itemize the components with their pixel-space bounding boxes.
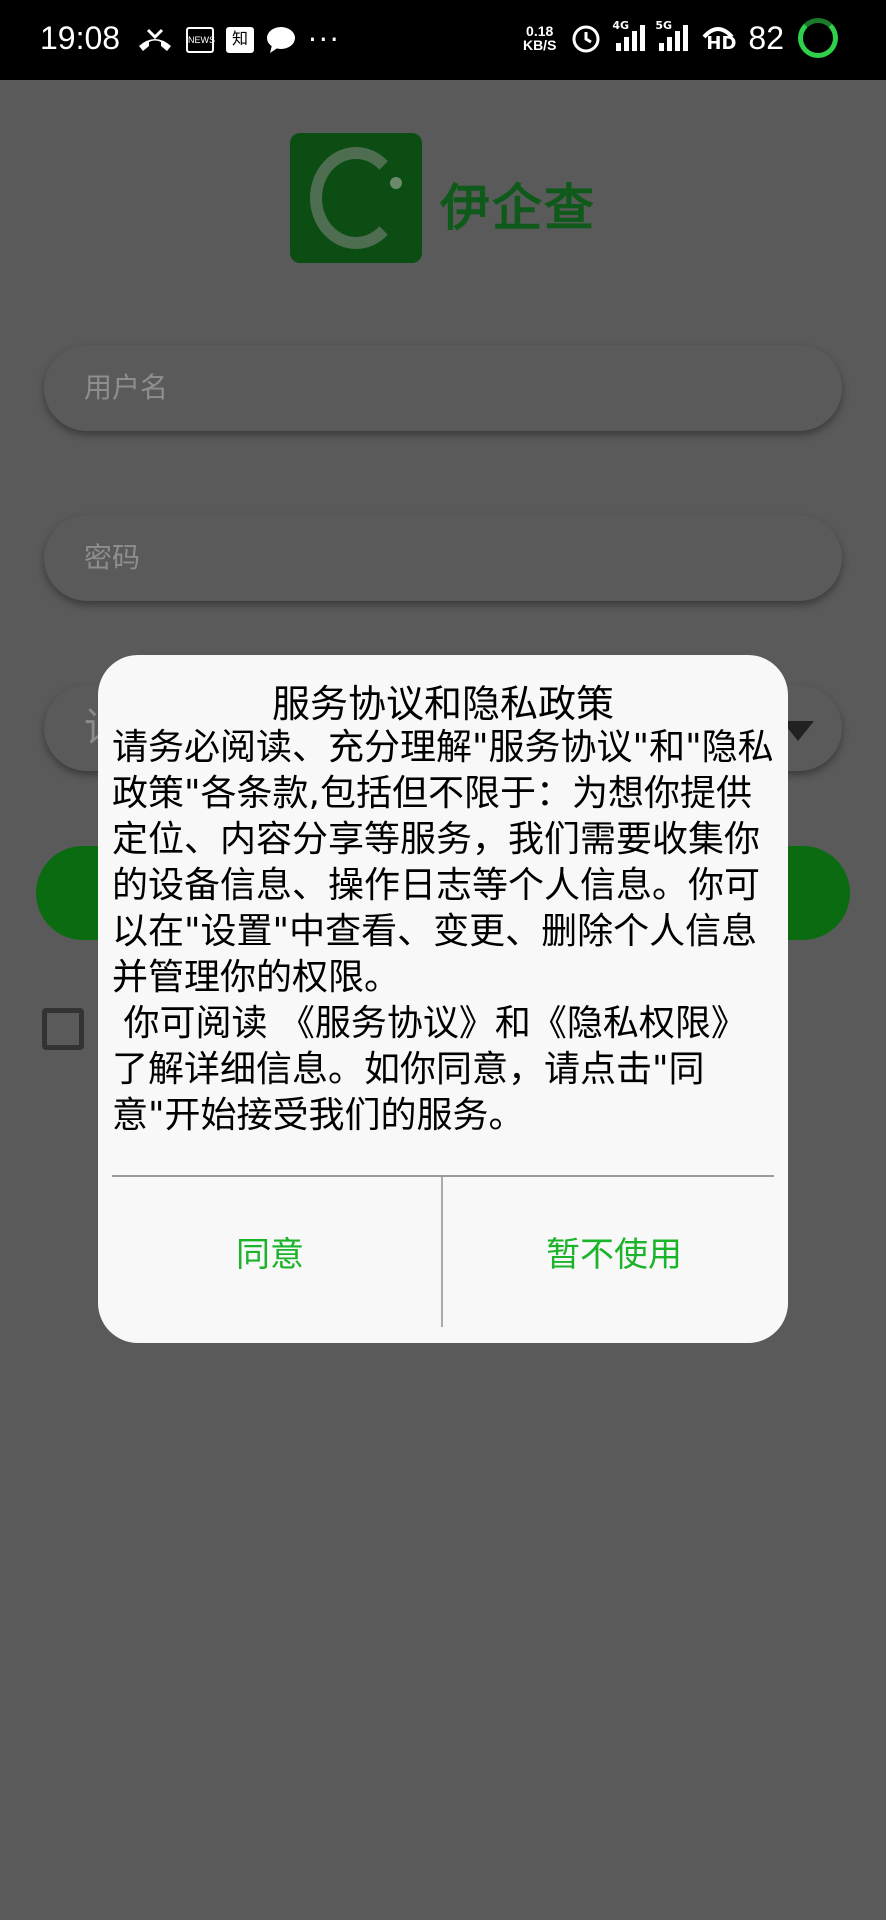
dialog-paragraph-1: 请务必阅读、充分理解"服务协议"和"隐私政策"各条款,包括但不限于：为想你提供定… [112, 727, 774, 998]
dialog-message-scroll[interactable]: 请务必阅读、充分理解"服务协议"和"隐私政策"各条款,包括但不限于：为想你提供定… [112, 725, 782, 1169]
password-input[interactable]: 密码 [44, 515, 842, 601]
agree-checkbox[interactable] [42, 1008, 84, 1050]
battery-level: 82 [748, 19, 784, 56]
signal-5g-label: 5G [655, 19, 673, 32]
decline-button[interactable]: 暂不使用 [444, 1215, 784, 1295]
signal-4g-label: 4G [612, 19, 630, 32]
dialog-title: 服务协议和隐私政策 [271, 682, 614, 726]
button-divider [441, 1177, 443, 1327]
battery-ring-icon [798, 18, 838, 58]
alarm-icon [572, 25, 600, 53]
chat-bubble-icon [267, 27, 295, 53]
signal-4g-icon: 4G [612, 19, 646, 51]
network-speed-value: 0.18 [526, 23, 554, 39]
dialog-paragraph-2: 你可阅读 《服务协议》和《隐私权限》了解详细信息。如你同意，请点击"同意"开始接… [112, 1003, 747, 1136]
brand-name: 伊企查 [440, 179, 596, 237]
news-icon: NEWS [186, 27, 215, 53]
system-icons: 0.18 KB/S 4G 5G HD 82 [523, 18, 838, 58]
more-notifications-icon: ··· [308, 23, 341, 56]
dialog-divider [112, 1175, 774, 1177]
status-bar: 19:08 NEWS 知 ··· 0.18 KB/S 4G 5G HD 82 [0, 0, 886, 80]
logo-dot [390, 177, 402, 189]
logo-swirl [310, 147, 402, 249]
signal-5g-icon: 5G [655, 19, 689, 51]
privacy-dialog: 服务协议和隐私政策 请务必阅读、充分理解"服务协议"和"隐私政策"各条款,包括但… [98, 655, 788, 1343]
network-speed: 0.18 KB/S [523, 24, 556, 52]
hd-call-icon: HD [702, 23, 737, 54]
agree-button[interactable]: 同意 [100, 1215, 440, 1295]
status-time: 19:08 [40, 20, 121, 56]
network-speed-unit: KB/S [522, 37, 557, 53]
zhihu-icon: 知 [226, 27, 254, 53]
app-logo [290, 133, 422, 263]
missed-call-icon [139, 28, 171, 51]
notification-icons: NEWS 知 ··· [136, 26, 341, 54]
hd-label: HD [706, 33, 737, 54]
username-input[interactable]: 用户名 [44, 345, 842, 431]
